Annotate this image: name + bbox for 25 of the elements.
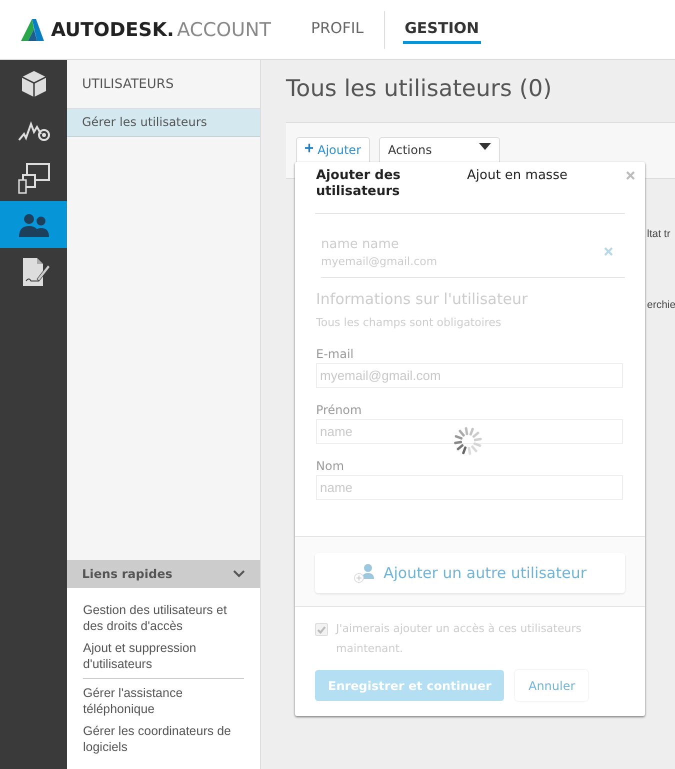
modal-tab[interactable]: Ajout en masse <box>467 162 568 184</box>
partial-text: ltat tr <box>647 228 670 240</box>
nav-tab[interactable]: GESTION <box>402 15 482 44</box>
sidebar-title: UTILISATEURS <box>81 76 175 94</box>
partial-text: erchie <box>647 299 675 311</box>
field-label: Nom <box>316 459 346 473</box>
field-label: E-mail <box>316 347 355 361</box>
chevron-icon <box>233 570 245 578</box>
quick-link[interactable]: Ajout et suppression d'utilisateurs <box>83 640 244 672</box>
field-label: Prénom <box>316 403 363 417</box>
quick-links-header[interactable]: Liens rapides <box>67 560 260 588</box>
autodesk-logo-icon <box>20 18 45 42</box>
modal-tab[interactable]: Ajouter des utilisateurs <box>315 162 467 200</box>
quick-link[interactable]: Gérer l'assistance téléphonique <box>83 685 244 717</box>
devices-icon <box>16 160 50 194</box>
quick-link[interactable]: Gérer les coordinateurs de logiciels <box>83 723 244 755</box>
quick-link[interactable]: Gestion des utilisateurs et des droits d'accès <box>83 602 244 634</box>
consent-checkbox[interactable] <box>315 623 328 636</box>
dropdown-arrow-icon <box>479 143 491 150</box>
nav-tab[interactable]: PROFIL <box>308 15 366 44</box>
product-name: ACCOUNT <box>177 18 271 40</box>
sidebar-item[interactable]: Gérer les utilisateurs <box>67 109 260 137</box>
brand-name: AUTODESK. <box>51 18 174 40</box>
page-title: Tous les utilisateurs (0) <box>285 75 553 104</box>
plus-icon <box>305 143 314 153</box>
